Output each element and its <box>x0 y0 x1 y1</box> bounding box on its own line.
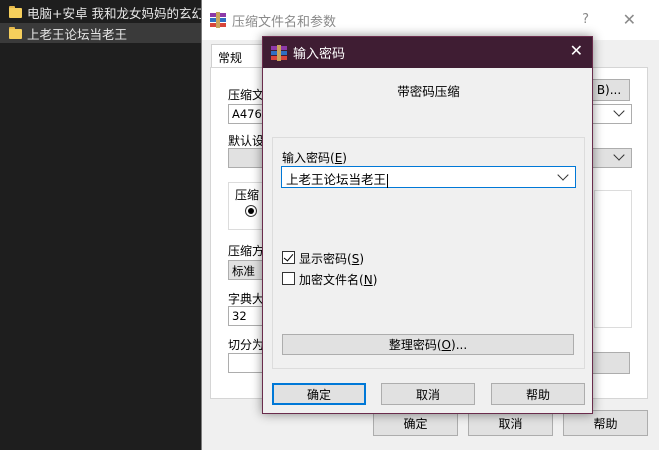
archive-dialog-title: 压缩文件名和参数 <box>232 14 337 30</box>
archive-format-label: 压缩 <box>235 186 260 203</box>
close-icon[interactable]: ✕ <box>623 10 636 29</box>
password-label: 输入密码(E) <box>282 151 347 165</box>
archive-options-group <box>594 190 632 328</box>
cancel-button[interactable]: 取消 <box>381 383 475 405</box>
folder-label: 电脑+安卓 我和龙女妈妈的玄幻之 <box>27 5 205 21</box>
rar-format-radio[interactable] <box>245 205 257 217</box>
archive-dialog-titlebar: 压缩文件名和参数 <box>202 0 659 40</box>
folder-icon <box>9 6 22 18</box>
show-password-label[interactable]: 显示密码(S) <box>299 250 364 267</box>
help-button[interactable]: 帮助 <box>491 383 585 405</box>
organize-passwords-button[interactable]: 整理密码(O)... <box>282 334 574 355</box>
folder-label: 上老王论坛当老王 <box>27 26 128 42</box>
password-combobox[interactable]: 上老王论坛当老王 <box>281 166 576 188</box>
winrar-icon <box>271 44 287 61</box>
explorer-folder-item-selected[interactable]: 上老王论坛当老王 <box>0 23 205 43</box>
password-dialog-titlebar: 输入密码 ✕ <box>263 37 592 68</box>
show-password-checkbox[interactable] <box>282 251 295 264</box>
text-caret <box>387 173 389 188</box>
split-volumes-label: 切分为 <box>228 338 265 352</box>
password-dialog-title: 输入密码 <box>293 47 346 62</box>
chevron-down-icon[interactable] <box>557 169 569 181</box>
tab-general[interactable]: 常规 <box>211 44 266 68</box>
password-dialog-heading: 带密码压缩 <box>397 84 460 99</box>
archive-name-dropdown[interactable] <box>592 104 632 124</box>
ok-button[interactable]: 确定 <box>272 383 366 405</box>
compression-method-label: 压缩方 <box>228 244 265 258</box>
default-profile-label: 默认设 <box>228 134 265 148</box>
encrypt-filenames-checkbox[interactable] <box>282 272 295 285</box>
chevron-down-icon <box>613 105 625 117</box>
encrypt-filenames-label[interactable]: 加密文件名(N) <box>299 271 377 288</box>
dictionary-size-label: 字典大 <box>228 292 265 306</box>
set-password-button[interactable] <box>592 352 630 374</box>
winrar-icon <box>210 12 226 28</box>
help-icon[interactable]: ? <box>582 12 589 27</box>
folder-icon <box>9 27 22 39</box>
password-value: 上老王论坛当老王 <box>286 172 387 187</box>
browse-button[interactable]: B)... <box>588 79 630 101</box>
update-mode-dropdown[interactable] <box>592 148 632 168</box>
chevron-down-icon <box>613 149 625 161</box>
close-icon[interactable]: ✕ <box>570 43 583 59</box>
explorer-folder-item[interactable]: 电脑+安卓 我和龙女妈妈的玄幻之 <box>0 2 205 22</box>
password-dialog: 输入密码 ✕ 带密码压缩 输入密码(E) 上老王论坛当老王 显示密码(S) 加密… <box>262 36 593 414</box>
archive-name-label: 压缩文 <box>228 88 265 102</box>
